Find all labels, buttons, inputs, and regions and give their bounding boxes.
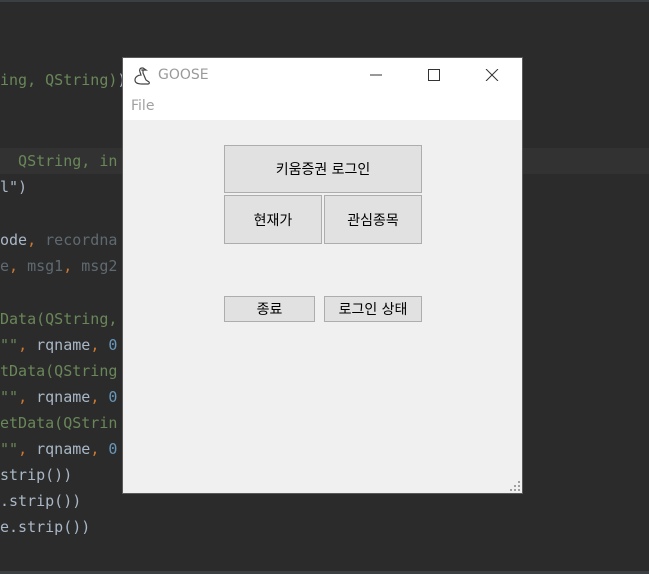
code-token: msg2 xyxy=(81,257,118,275)
code-token: .strip()) xyxy=(0,492,82,510)
code-token: msg1 xyxy=(27,257,64,275)
code-token: strip()) xyxy=(0,466,73,484)
code-line: "", rqname, 0 xyxy=(0,332,117,358)
maximize-button[interactable] xyxy=(411,58,457,92)
code-token: 0 xyxy=(108,336,118,354)
code-line: e, msg1, msg2 xyxy=(0,253,117,279)
code-token: , xyxy=(18,440,37,458)
code-line: e.strip()) xyxy=(0,514,90,540)
code-token: , xyxy=(90,388,109,406)
minimize-icon xyxy=(370,74,382,76)
title-bar[interactable]: GOOSE xyxy=(123,58,522,92)
current-price-button[interactable]: 현재가 xyxy=(224,195,322,244)
minimize-button[interactable] xyxy=(353,58,399,92)
code-token: "" xyxy=(0,440,19,458)
code-token: recordna xyxy=(45,231,118,249)
code-token: 0 xyxy=(108,388,118,406)
code-token: , xyxy=(63,257,82,275)
close-icon xyxy=(485,69,499,81)
code-token: 0 xyxy=(108,440,118,458)
code-line: strip()) xyxy=(0,462,72,488)
code-token: ode xyxy=(0,231,28,249)
size-grip-icon[interactable] xyxy=(510,481,520,491)
code-token: l") xyxy=(0,178,28,196)
code-token: , xyxy=(9,257,28,275)
code-token: "" xyxy=(0,336,19,354)
code-token: e xyxy=(0,257,10,275)
code-token: rqname xyxy=(36,336,91,354)
goose-icon xyxy=(133,66,151,86)
close-button[interactable] xyxy=(469,58,515,92)
code-line: "", rqname, 0 xyxy=(0,436,117,462)
code-token: Data(QString, xyxy=(0,310,118,328)
code-line: .strip()) xyxy=(0,488,81,514)
code-line: "", rqname, 0 xyxy=(0,384,117,410)
code-token: ing, QString) xyxy=(0,71,118,89)
code-token: e.strip()) xyxy=(0,518,91,536)
code-token: , xyxy=(18,336,37,354)
code-line: QString, in xyxy=(0,148,117,174)
code-token: , xyxy=(18,388,37,406)
menu-bar: File xyxy=(123,92,522,120)
code-token: , xyxy=(90,336,109,354)
code-token: , xyxy=(90,440,109,458)
code-line: Data(QString, xyxy=(0,306,117,332)
code-token: rqname xyxy=(36,440,91,458)
code-line: etData(QStrin xyxy=(0,410,117,436)
editor-top-border xyxy=(0,0,649,2)
exit-button[interactable]: 종료 xyxy=(224,296,315,322)
code-line: ode, recordna xyxy=(0,227,117,253)
code-line: tData(QString xyxy=(0,358,117,384)
goose-window: GOOSE File 키움증권 로그인 현재가 관심종목 종료 로그인 상태 xyxy=(122,57,523,494)
code-token: , xyxy=(27,231,46,249)
code-line: ing, QString)) xyxy=(0,67,126,93)
menu-file[interactable]: File xyxy=(131,98,154,114)
code-line: l") xyxy=(0,174,27,200)
login-status-button[interactable]: 로그인 상태 xyxy=(324,296,422,322)
kiwoom-login-button[interactable]: 키움증권 로그인 xyxy=(224,145,422,193)
code-token: "" xyxy=(0,388,19,406)
code-token: rqname xyxy=(36,388,91,406)
window-title: GOOSE xyxy=(158,67,209,83)
watchlist-button[interactable]: 관심종목 xyxy=(324,195,422,244)
code-token: etData(QStrin xyxy=(0,414,118,432)
maximize-icon xyxy=(428,69,440,81)
code-token: tData(QString xyxy=(0,362,118,380)
code-token: QString, in xyxy=(0,152,118,170)
